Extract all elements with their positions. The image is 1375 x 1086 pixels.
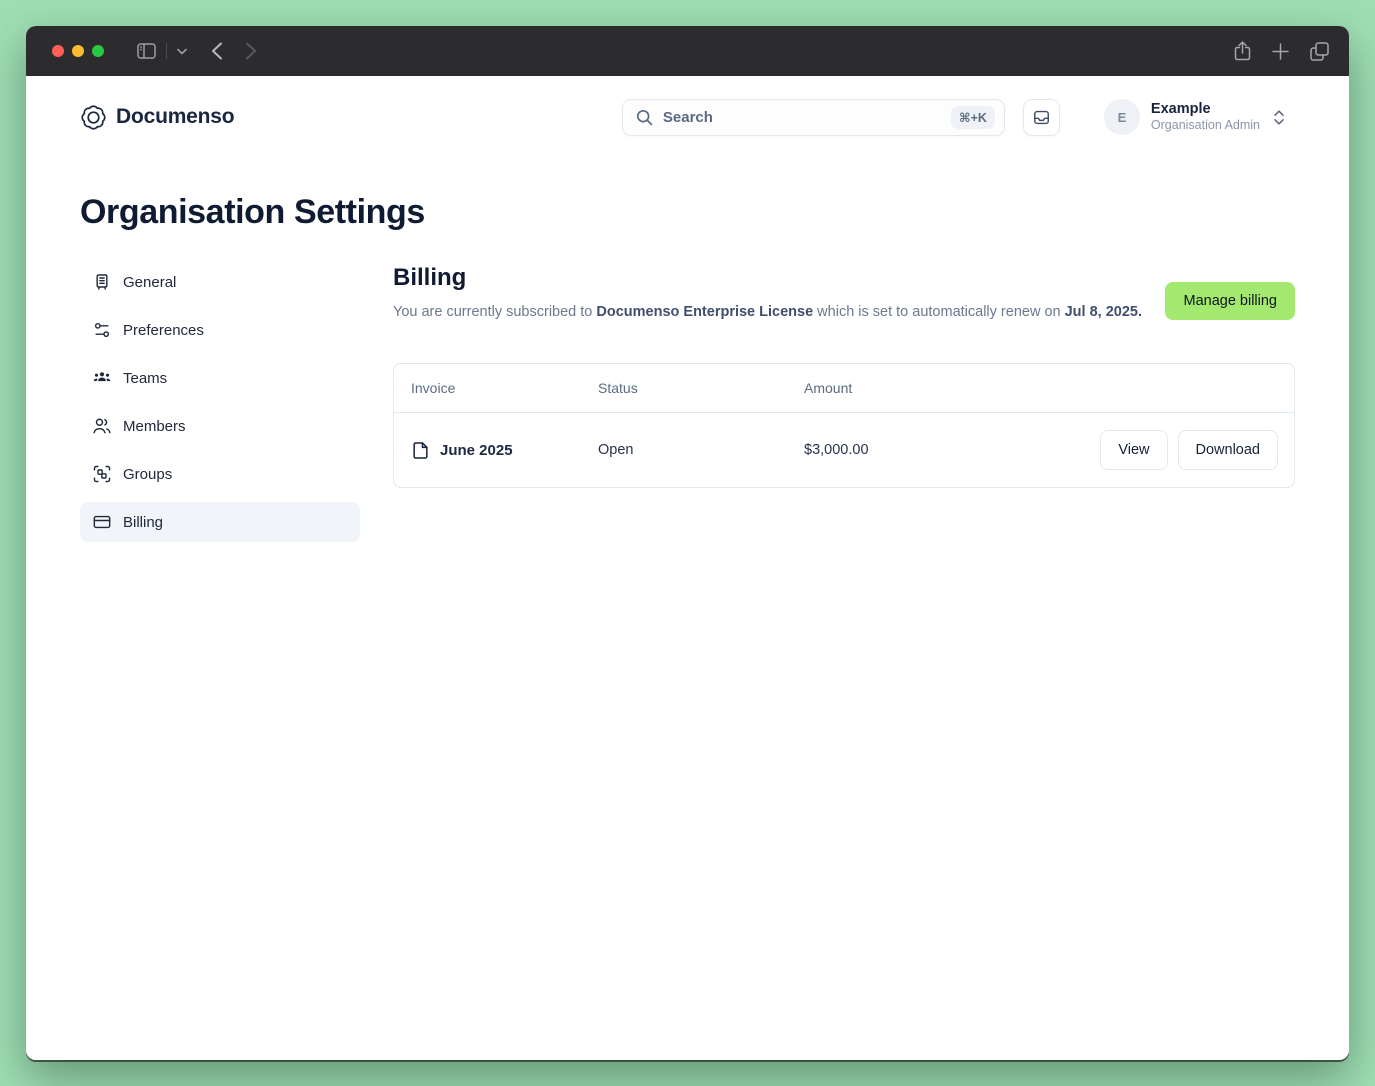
invoice-table-header: Invoice Status Amount xyxy=(394,364,1294,413)
sidebar-item-label: Members xyxy=(123,418,186,435)
sidebar-item-teams[interactable]: Teams xyxy=(80,358,360,398)
manage-billing-button[interactable]: Manage billing xyxy=(1165,282,1295,320)
share-icon[interactable] xyxy=(1234,41,1251,61)
sidebar-toggle-icon[interactable] xyxy=(137,43,156,59)
sliders-icon xyxy=(92,320,112,340)
sidebar-item-general[interactable]: General xyxy=(80,262,360,302)
subscription-text: You are currently subscribed to Documens… xyxy=(393,302,1145,322)
page-title: Organisation Settings xyxy=(80,192,1349,232)
credit-card-icon xyxy=(92,512,112,532)
invoice-amount: $3,000.00 xyxy=(804,442,1100,458)
browser-window: Documenso ⌘+K xyxy=(26,26,1349,1060)
sidebar-item-billing[interactable]: Billing xyxy=(80,502,360,542)
back-button-icon[interactable] xyxy=(211,42,223,60)
invoice-name: June 2025 xyxy=(440,442,513,459)
search-shortcut-badge: ⌘+K xyxy=(951,106,995,129)
search-icon xyxy=(636,109,653,126)
renewal-date: Jul 8, 2025 xyxy=(1065,304,1138,320)
close-window-button[interactable] xyxy=(52,45,64,57)
column-header-status: Status xyxy=(598,380,804,396)
app-content: Documenso ⌘+K xyxy=(26,76,1349,1060)
inbox-icon xyxy=(1032,108,1051,127)
building-icon xyxy=(92,272,112,292)
search-input[interactable] xyxy=(663,109,951,126)
settings-nav: General Preferences xyxy=(80,262,360,550)
subscription-date: Jul 8, 2025. xyxy=(1065,304,1142,320)
billing-panel: Billing You are currently subscribed to … xyxy=(393,262,1295,550)
chevrons-up-down-icon xyxy=(1273,110,1285,125)
sidebar-item-label: Teams xyxy=(123,370,167,387)
documenso-logo-icon xyxy=(80,104,107,131)
app-header: Documenso ⌘+K xyxy=(26,76,1349,144)
user-text: Example Organisation Admin xyxy=(1151,100,1260,134)
sidebar-item-label: General xyxy=(123,274,176,291)
subscription-middle: which is set to automatically renew on xyxy=(813,304,1064,320)
search-bar[interactable]: ⌘+K xyxy=(622,99,1005,136)
user-menu[interactable]: E Example Organisation Admin xyxy=(1104,99,1285,135)
group-frame-icon xyxy=(92,464,112,484)
zoom-window-button[interactable] xyxy=(92,45,104,57)
avatar: E xyxy=(1104,99,1140,135)
subscription-prefix: You are currently subscribed to xyxy=(393,304,596,320)
subscription-suffix: . xyxy=(1138,304,1142,320)
sidebar-item-label: Billing xyxy=(123,514,163,531)
column-header-invoice: Invoice xyxy=(394,380,598,396)
invoice-cell: June 2025 xyxy=(394,441,598,460)
billing-header: Billing You are currently subscribed to … xyxy=(393,262,1295,322)
titlebar-divider xyxy=(166,43,167,59)
download-button[interactable]: Download xyxy=(1178,430,1279,470)
section-heading: Billing xyxy=(393,262,1145,294)
user-role: Organisation Admin xyxy=(1151,118,1260,134)
subscription-plan: Documenso Enterprise License xyxy=(596,304,813,320)
chevron-down-icon[interactable] xyxy=(177,48,187,55)
brand[interactable]: Documenso xyxy=(80,104,234,131)
row-actions: View Download xyxy=(1100,430,1294,470)
file-icon xyxy=(411,441,430,460)
table-row: June 2025 Open $3,000.00 View Download xyxy=(394,413,1294,487)
view-button[interactable]: View xyxy=(1100,430,1167,470)
brand-name: Documenso xyxy=(116,105,234,129)
user-name: Example xyxy=(1151,100,1260,118)
sidebar-item-groups[interactable]: Groups xyxy=(80,454,360,494)
invoice-table: Invoice Status Amount Jun xyxy=(393,363,1295,488)
browser-titlebar xyxy=(26,26,1349,76)
window-controls xyxy=(52,45,104,57)
minimize-window-button[interactable] xyxy=(72,45,84,57)
sidebar-item-label: Preferences xyxy=(123,322,204,339)
inbox-button[interactable] xyxy=(1023,99,1060,136)
new-tab-icon[interactable] xyxy=(1272,43,1289,60)
settings-layout: General Preferences xyxy=(80,262,1295,550)
users-icon xyxy=(92,416,112,436)
invoice-status: Open xyxy=(598,442,804,458)
sidebar-item-preferences[interactable]: Preferences xyxy=(80,310,360,350)
forward-button-icon[interactable] xyxy=(245,42,257,60)
users-group-icon xyxy=(92,368,112,388)
column-header-amount: Amount xyxy=(804,380,1294,396)
titlebar-right-actions xyxy=(1234,41,1329,61)
sidebar-item-members[interactable]: Members xyxy=(80,406,360,446)
tab-overview-icon[interactable] xyxy=(1310,42,1329,61)
sidebar-item-label: Groups xyxy=(123,466,172,483)
